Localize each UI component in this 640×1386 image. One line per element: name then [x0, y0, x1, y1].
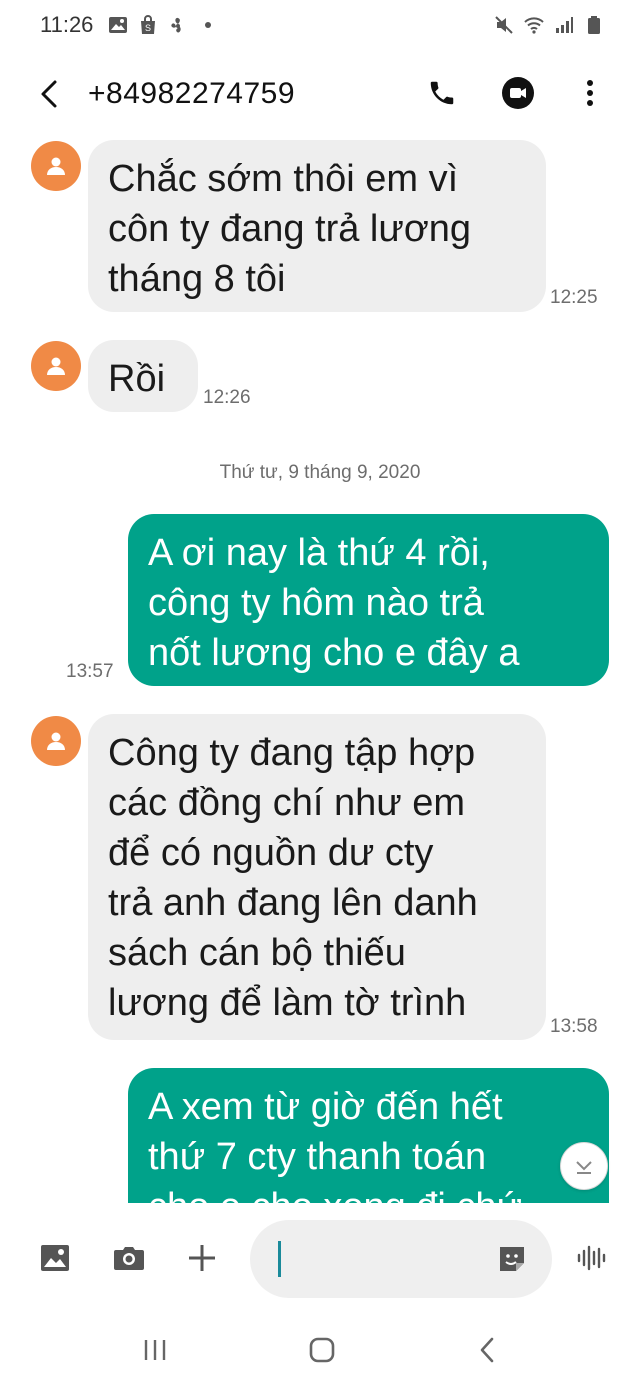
add-icon: [189, 1245, 215, 1271]
add-attachment-button[interactable]: [184, 1240, 220, 1276]
message-input[interactable]: [250, 1220, 552, 1298]
home-button[interactable]: [302, 1333, 342, 1367]
call-button[interactable]: [422, 73, 462, 113]
shop-icon: S: [141, 15, 155, 34]
home-icon: [309, 1337, 335, 1363]
dot-icon: [205, 22, 211, 28]
mute-icon: [495, 16, 513, 34]
signal-icon: [556, 17, 573, 33]
message-bubble-incoming[interactable]: Công ty đang tập hợp các đồng chí như em…: [88, 714, 546, 1040]
message-time: 13:57: [66, 661, 114, 682]
status-system-icons: [494, 12, 604, 38]
contact-title[interactable]: +84982274759: [88, 77, 295, 111]
back-icon: [480, 1337, 494, 1363]
back-button[interactable]: [30, 74, 70, 114]
more-options-button[interactable]: [570, 73, 610, 113]
image-icon: [109, 17, 127, 33]
voice-record-button[interactable]: [574, 1240, 610, 1276]
gallery-button[interactable]: [37, 1240, 73, 1276]
more-vertical-icon: [587, 80, 593, 106]
sticker-button[interactable]: [494, 1241, 530, 1277]
text-cursor: [278, 1241, 281, 1277]
fan-icon: [171, 17, 181, 33]
svg-text:S: S: [145, 23, 151, 33]
message-time: 12:25: [550, 287, 598, 308]
gallery-icon: [41, 1245, 69, 1271]
scroll-down-icon: [576, 1161, 592, 1174]
status-notification-icons: S: [108, 12, 218, 38]
status-bar: 11:26 S: [0, 0, 640, 52]
status-time: 11:26: [40, 12, 94, 37]
scroll-to-bottom-button[interactable]: [560, 1142, 608, 1190]
message-bubble-incoming[interactable]: Chắc sớm thôi em vì côn ty đang trả lươn…: [88, 140, 546, 312]
message-composer: [0, 1203, 640, 1313]
video-call-icon: [502, 77, 534, 109]
recent-apps-icon: [144, 1340, 166, 1360]
camera-button[interactable]: [111, 1240, 147, 1276]
system-navigation-bar: [0, 1313, 640, 1386]
message-time: 12:26: [203, 387, 251, 408]
back-arrow-icon: [41, 80, 57, 108]
contact-avatar[interactable]: [31, 716, 81, 766]
phone-icon: [430, 81, 454, 105]
message-time: 13:58: [550, 1016, 598, 1037]
date-separator: Thứ tư, 9 tháng 9, 2020: [219, 462, 421, 483]
message-bubble-incoming[interactable]: Rồi: [88, 340, 198, 412]
person-icon: [47, 732, 65, 750]
conversation-header: +84982274759: [0, 60, 640, 130]
person-icon: [47, 157, 65, 175]
battery-icon: [588, 16, 600, 34]
sticker-icon: [500, 1247, 524, 1271]
wifi-icon: [524, 17, 544, 34]
message-bubble-outgoing[interactable]: A ơi nay là thứ 4 rồi, công ty hôm nào t…: [128, 514, 609, 686]
video-call-button[interactable]: [498, 73, 538, 113]
voice-record-icon: [577, 1245, 606, 1271]
recent-apps-button[interactable]: [135, 1333, 175, 1367]
person-icon: [47, 357, 65, 375]
camera-icon: [114, 1247, 144, 1270]
contact-avatar[interactable]: [31, 141, 81, 191]
contact-avatar[interactable]: [31, 341, 81, 391]
back-nav-button[interactable]: [468, 1333, 508, 1367]
